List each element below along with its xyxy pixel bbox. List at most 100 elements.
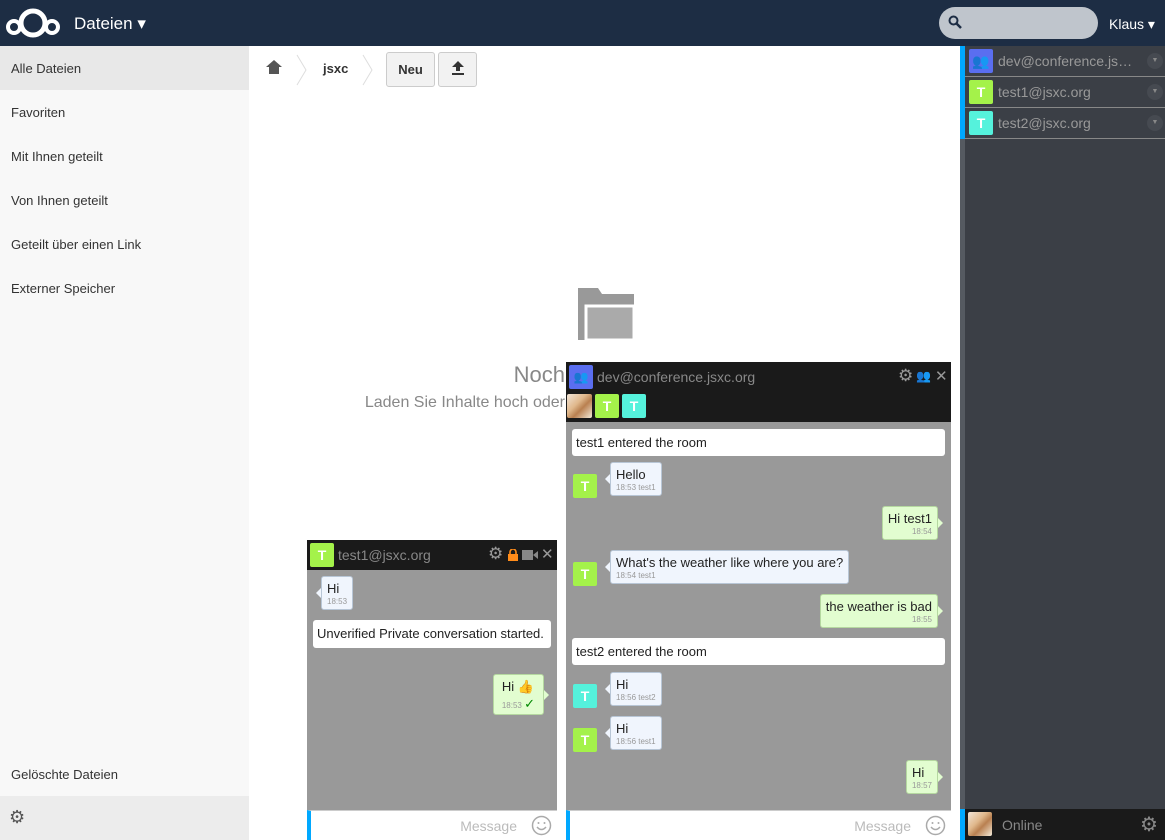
message-time: 18:56 test2 <box>616 693 656 702</box>
message-text: the weather is bad <box>825 599 932 614</box>
avatar: T <box>969 111 993 135</box>
sidebar-item-shared-with-you[interactable]: Mit Ihnen geteilt <box>0 134 249 178</box>
message-sent: Hi test1 18:54 <box>881 506 944 540</box>
empty-title: Noch <box>513 362 565 387</box>
member-avatar[interactable]: T <box>595 394 619 418</box>
sidebar-item-all-files[interactable]: Alle Dateien <box>0 46 249 90</box>
settings-button[interactable]: ⚙ <box>0 796 249 840</box>
avatar: T <box>573 474 597 498</box>
upload-icon <box>451 61 464 75</box>
message-text: Hi <box>616 677 629 692</box>
presence-status[interactable]: Online <box>1002 817 1042 833</box>
cloud-logo-icon[interactable] <box>4 6 62 40</box>
system-message: test1 entered the room <box>572 429 945 456</box>
gear-icon: ⚙ <box>9 807 26 827</box>
message-time: 18:57 <box>911 781 932 790</box>
search-icon <box>948 15 962 29</box>
message-received: Hello 18:53 test1 <box>605 462 662 496</box>
roster-item[interactable]: T test1@jsxc.org ▼ <box>960 77 1165 108</box>
roster-name: dev@conference.jsxc.... <box>998 53 1138 69</box>
message-sent: Hi 18:57 <box>905 760 944 794</box>
message-input[interactable] <box>580 817 911 835</box>
upload-button[interactable] <box>438 52 477 87</box>
group-icon: 👥 <box>969 49 993 73</box>
roster-item[interactable]: 👥 dev@conference.jsxc.... ▼ <box>960 46 1165 77</box>
message-time: 18:55 <box>911 615 932 624</box>
message-text: Hi <box>327 581 340 596</box>
top-header: Dateien ▾ Klaus ▾ <box>0 0 1165 46</box>
home-icon[interactable] <box>265 59 283 75</box>
sidebar-item-favorites[interactable]: Favoriten <box>0 90 249 134</box>
lock-icon[interactable] <box>508 549 518 561</box>
folder-icon <box>578 288 634 340</box>
sidebar-item-shared-link[interactable]: Geteilt über einen Link <box>0 222 249 266</box>
sidebar: Alle Dateien Favoriten Mit Ihnen geteilt… <box>0 46 249 840</box>
avatar: T <box>310 543 334 567</box>
chat-window-test1: T test1@jsxc.org ⚙ ✕ Hi 18:53 Unverified … <box>307 540 557 840</box>
members-icon[interactable]: 👥 <box>916 369 931 383</box>
emoticon-icon[interactable] <box>531 815 552 836</box>
search-input[interactable] <box>939 7 1098 39</box>
message-received: Hi 18:53 <box>315 576 354 610</box>
avatar: T <box>573 728 597 752</box>
app-menu[interactable]: Dateien ▾ <box>74 14 146 34</box>
avatar: T <box>573 562 597 586</box>
emoticon-icon[interactable] <box>925 815 946 836</box>
sidebar-item-deleted-files[interactable]: Gelöschte Dateien <box>0 752 249 796</box>
presence-bar: Online ⚙ <box>960 809 1165 840</box>
sidebar-item-shared-by-you[interactable]: Von Ihnen geteilt <box>0 178 249 222</box>
message-time: 18:53 <box>501 701 522 710</box>
sidebar-item-external-storage[interactable]: Externer Speicher <box>0 266 249 310</box>
caret-down-icon[interactable]: ▼ <box>1147 84 1163 100</box>
new-button[interactable]: Neu <box>386 52 435 87</box>
message-sent: Hi 👍 18:53 ✓ <box>492 674 550 715</box>
roster-name: test1@jsxc.org <box>998 84 1091 100</box>
member-avatar[interactable] <box>567 394 592 418</box>
message-time: 18:54 <box>911 527 932 536</box>
message-text: Hi <box>911 765 925 780</box>
group-icon: 👥 <box>569 365 593 389</box>
message-text: What's the weather like where you are? <box>616 555 844 570</box>
message-received: Hi 18:56 test1 <box>605 716 662 750</box>
message-text: Hello <box>616 467 646 482</box>
avatar: T <box>969 80 993 104</box>
system-message: test2 entered the room <box>572 638 945 665</box>
avatar: T <box>573 684 597 708</box>
message-received: Hi 18:56 test2 <box>605 672 662 706</box>
message-time: 18:56 test1 <box>616 737 656 746</box>
member-avatar[interactable]: T <box>622 394 646 418</box>
chat-roster: 👥 dev@conference.jsxc.... ▼ T test1@jsxc… <box>960 46 1165 840</box>
message-text: Hi <box>616 721 629 736</box>
gear-icon[interactable]: ⚙ <box>898 366 913 386</box>
user-menu[interactable]: Klaus ▾ <box>1109 16 1155 33</box>
message-text: Hi test1 <box>887 511 932 526</box>
message-received: What's the weather like where you are? 18… <box>604 550 850 584</box>
check-icon: ✓ <box>524 696 535 711</box>
message-input-container <box>566 810 951 840</box>
gear-icon[interactable]: ⚙ <box>488 544 503 564</box>
close-icon[interactable]: ✕ <box>541 545 554 563</box>
caret-down-icon[interactable]: ▼ <box>1147 53 1163 69</box>
chat-title: test1@jsxc.org <box>338 547 431 563</box>
system-message: Unverified Private conversation started. <box>313 620 551 648</box>
message-text: Hi <box>501 679 515 694</box>
roster-name: test2@jsxc.org <box>998 115 1091 131</box>
message-time: 18:53 test1 <box>616 483 656 492</box>
caret-down-icon[interactable]: ▼ <box>1147 115 1163 131</box>
gear-icon[interactable]: ⚙ <box>1140 812 1158 837</box>
avatar <box>968 812 992 836</box>
chat-title: dev@conference.jsxc.org <box>597 369 756 385</box>
message-time: 18:54 test1 <box>616 571 656 580</box>
message-time: 18:53 <box>327 597 348 606</box>
thumbs-up-icon: 👍 <box>517 679 534 694</box>
video-icon[interactable] <box>522 550 538 560</box>
breadcrumb-folder[interactable]: jsxc <box>323 61 348 76</box>
chat-header[interactable]: 👥 dev@conference.jsxc.org ⚙ 👥 ✕ T T <box>566 362 951 422</box>
close-icon[interactable]: ✕ <box>935 367 948 385</box>
roster-item[interactable]: T test2@jsxc.org ▼ <box>960 108 1165 139</box>
message-input-container <box>307 810 557 840</box>
breadcrumb-separator <box>296 54 307 86</box>
breadcrumb-separator <box>362 54 373 86</box>
message-input[interactable] <box>321 817 517 835</box>
chat-header[interactable]: T test1@jsxc.org ⚙ ✕ <box>307 540 557 570</box>
